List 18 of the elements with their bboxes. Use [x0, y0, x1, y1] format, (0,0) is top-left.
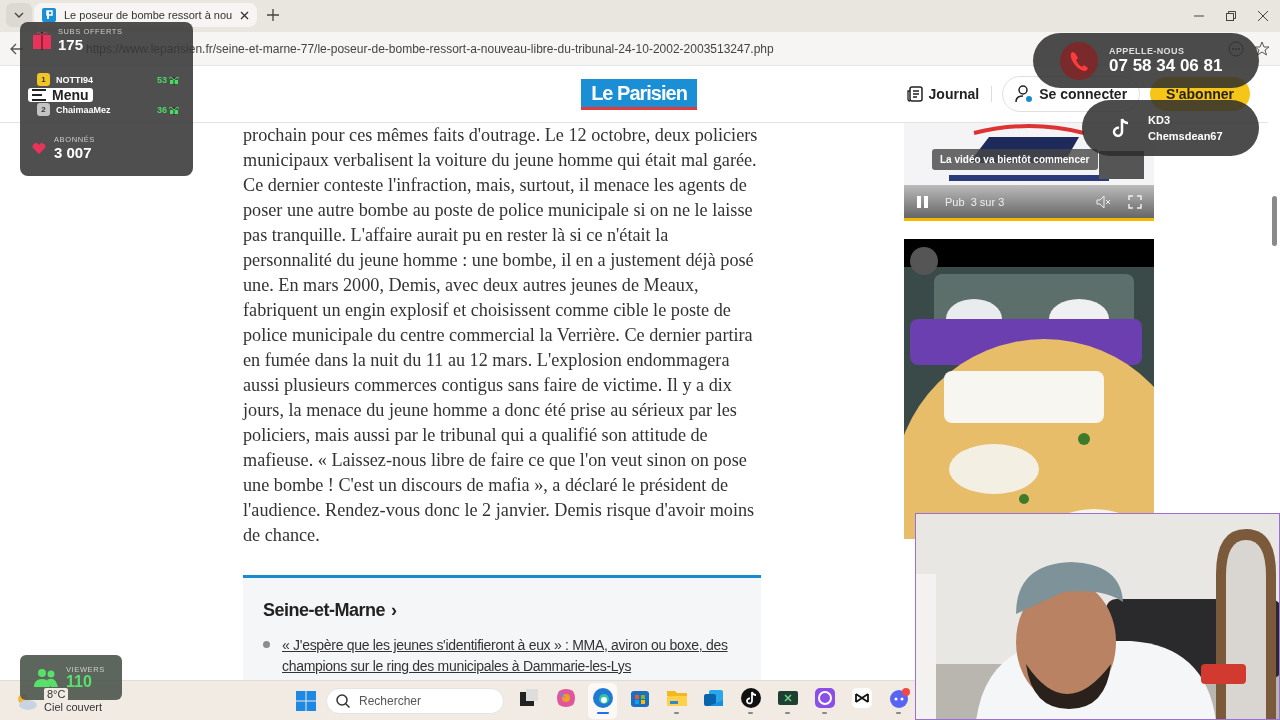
chevron-icon: › [391, 600, 397, 621]
tab-title: Le poseur de bombe ressort à nou [64, 9, 233, 21]
rank-badge: 2 [37, 103, 50, 116]
ad-counter: Pub 3 sur 3 [945, 195, 1006, 208]
gift-count: 36 [157, 104, 167, 115]
rank-badge: 1 [37, 73, 50, 86]
followers-count: 3 007 [54, 144, 93, 161]
weather-condition: Ciel couvert [44, 700, 103, 714]
gift-count: 53 [157, 74, 167, 85]
username: Chemsdean67 [1148, 129, 1223, 144]
video-status-label: La vidéo va bientôt commencer [932, 149, 1098, 170]
phone-number: 07 58 34 06 81 [1109, 55, 1223, 76]
overlay-label: APPELLE-NOUS [1109, 45, 1186, 56]
viewers-count: 110 [66, 674, 93, 690]
username: NOTTI94 [56, 74, 94, 85]
article-paragraph: prochain pour ces mêmes faits d'outrage. Le 12 octobre, deux policiers municipaux verbalisent la voiture du jeune homme qui était mal garée. Ce dernier conteste l'infraction, mais, surtout, il menace les agents de poser une autre bombe au poste de police municipale si on ne le laisse pas tranquille. L'affaire aurait pu en rester là si ce n'était la personnalité du jeune homme : une bombe, il en a justement déjà posé une. En mars 2000, Demis, avec deux autres jeunes de Meaux, fabriquent un engin explosif et choisissent comme cible le poste de police municipale du centre commercial la Verrière. Ce dernier partira en fumée dans la nuit du 11 au 12 mars. L'explosion endommagera aussi plusieurs commerces contigus sans faire de victime. Il y a dix jours, la menace du jeune homme a donc été prise au sérieux par les policiers, mais aussi par le tribunal qui a qualifié son attitude de mafieuse. « Laissez-nous libre de faire ce que l'on veut sinon on pose une bombe ! C'est un discours de mafia », a déclaré le président de l'audience. Rendez-vous donc le 2 janvier. Demis risque d'avoir moins de chance. [243, 124, 759, 547]
username: ChaimaaMez [56, 104, 112, 115]
channel-name: KD3 [1148, 113, 1171, 128]
